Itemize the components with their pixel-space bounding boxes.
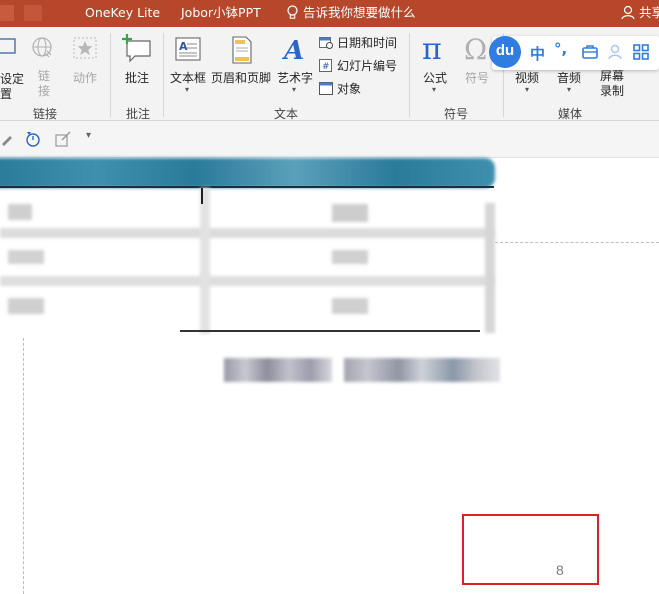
tell-me-search[interactable]: 告诉我你想要做什么 (286, 0, 416, 27)
table-cell (332, 204, 368, 222)
globe-link-icon (32, 37, 52, 58)
object-label: 对象 (337, 82, 362, 96)
ime-toolbar: du 中 °, (489, 36, 659, 70)
blurred-caption-text (224, 358, 332, 382)
blurred-tab[interactable] (0, 5, 58, 21)
group-separator (110, 33, 111, 117)
text-group-label: 文本 (273, 107, 298, 121)
symbol-button[interactable]: Ω (463, 33, 491, 66)
slide-number-label: 幻灯片编号 (337, 59, 398, 73)
toolbox-icon[interactable] (582, 45, 598, 62)
share-label: 共享 (638, 5, 659, 20)
baidu-ime-logo[interactable]: du (489, 36, 521, 68)
header-footer-label: 页眉和页脚 (211, 71, 272, 85)
screen-record-button[interactable]: 屏幕 录制 (600, 69, 626, 99)
comment-label: 批注 (125, 71, 150, 85)
comment-group-label: 批注 (125, 107, 150, 121)
video-dropdown-icon[interactable]: ▾ (525, 86, 529, 94)
audio-button[interactable]: 音频 (557, 69, 581, 86)
comment-add-icon (122, 34, 151, 63)
ribbon-tab-bar: OneKey Lite Jobor小钵PPT 告诉我你想要做什么 共享 (0, 0, 659, 27)
equation-dropdown-icon[interactable]: ▾ (432, 86, 436, 94)
customize-dropdown-icon[interactable]: ▾ (86, 130, 91, 141)
link-button[interactable] (29, 35, 55, 64)
table-cell (8, 298, 44, 314)
svg-text:#: # (322, 62, 330, 72)
textbox-dropdown-icon[interactable]: ▾ (185, 86, 189, 94)
table-cell (332, 298, 368, 314)
action-label: 动作 (73, 71, 98, 85)
table-cell (332, 250, 368, 264)
group-separator (409, 33, 410, 117)
table-header-border (0, 186, 494, 188)
equation-label: 公式 (423, 71, 448, 85)
partial-button-left[interactable] (0, 35, 20, 62)
table-column-divider (200, 188, 210, 334)
pi-icon: π (422, 32, 442, 67)
symbol-group-label: 符号 (443, 107, 468, 121)
blurred-caption-text (344, 358, 500, 382)
star-action-icon (73, 37, 97, 59)
datetime-label: 日期和时间 (337, 36, 398, 50)
equation-button[interactable]: π (421, 32, 449, 67)
timer-rotate-icon[interactable] (24, 130, 42, 151)
object-icon (319, 82, 333, 95)
symbol-label: 符号 (465, 71, 490, 85)
datetime-button[interactable]: 日期和时间 (319, 33, 397, 53)
svg-text:Ω: Ω (464, 33, 487, 63)
calendar-clock-icon (319, 37, 333, 49)
table-cell (8, 250, 44, 264)
table-cell (8, 204, 32, 220)
media-group-label: 媒体 (557, 107, 582, 121)
group-separator (163, 33, 164, 117)
svg-text:A: A (179, 40, 188, 53)
header-footer-icon (232, 36, 252, 64)
slide-page-number[interactable]: 8 (556, 562, 564, 578)
header-footer-button[interactable] (228, 35, 256, 68)
object-button[interactable]: 对象 (319, 79, 361, 99)
svg-text:A: A (282, 36, 304, 63)
ime-mode-toggle[interactable]: 中 (530, 43, 545, 64)
partial-label-2: 置 (0, 87, 13, 101)
vertical-guide (23, 338, 24, 594)
wordart-label: 艺术字 (277, 71, 314, 85)
table-column-border (201, 188, 203, 204)
slide-number-button[interactable]: # 幻灯片编号 (319, 56, 397, 76)
horizontal-guide (495, 242, 659, 243)
link-label: 链 接 (37, 69, 50, 98)
grid-menu-icon[interactable] (633, 44, 649, 63)
video-button[interactable]: 视频 (515, 69, 539, 86)
pen-icon[interactable] (0, 132, 14, 149)
omega-icon: Ω (464, 33, 487, 66)
hash-icon: # (319, 59, 332, 72)
table-row-divider (0, 228, 494, 238)
wordart-icon: A (281, 36, 304, 66)
tell-me-label: 告诉我你想要做什么 (302, 5, 416, 20)
table-row-divider (0, 276, 494, 286)
share-button[interactable]: 共享 (621, 0, 659, 27)
user-icon[interactable] (607, 44, 623, 63)
action-button[interactable] (72, 35, 98, 64)
wordart-button[interactable]: A (281, 35, 308, 66)
table-bottom-border (180, 330, 480, 332)
quick-access-toolbar: ▾ (0, 121, 659, 158)
svg-text:π: π (422, 33, 442, 63)
table-header-row (0, 158, 495, 188)
table-right-border (485, 203, 495, 333)
tab-jobor[interactable]: Jobor小钵PPT (181, 0, 261, 27)
edit-shape-icon[interactable] (54, 130, 72, 151)
textbox-button[interactable]: A (172, 35, 204, 66)
comment-button[interactable] (121, 33, 153, 66)
link-group-label: 链接 (32, 107, 57, 121)
textbox-icon: A (175, 37, 201, 61)
highlight-box (462, 514, 599, 585)
textbox-label: 文本框 (170, 71, 207, 85)
person-icon (621, 5, 639, 20)
ime-punct-toggle[interactable]: °, (554, 40, 567, 58)
wordart-dropdown-icon[interactable]: ▾ (292, 86, 296, 94)
tab-onekey-lite[interactable]: OneKey Lite (85, 0, 160, 27)
partial-icon (0, 38, 16, 54)
audio-dropdown-icon[interactable]: ▾ (567, 86, 571, 94)
lightbulb-icon (286, 5, 303, 20)
